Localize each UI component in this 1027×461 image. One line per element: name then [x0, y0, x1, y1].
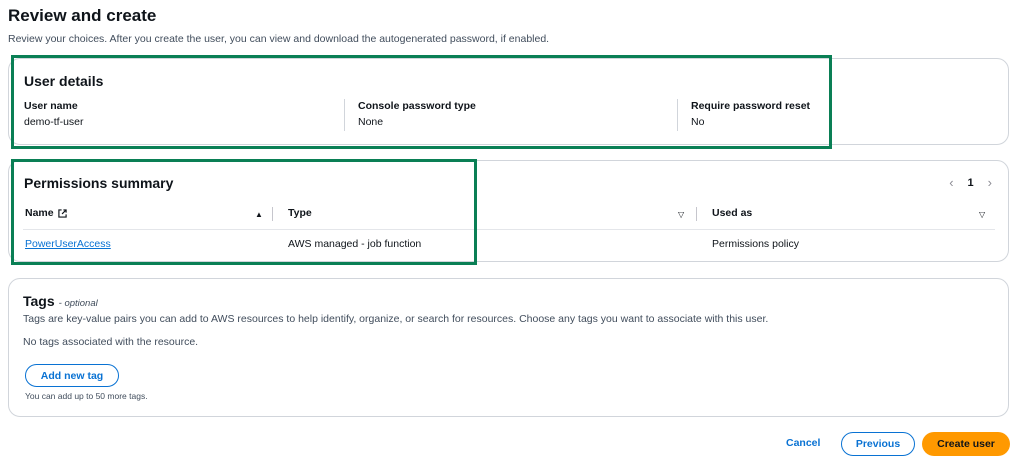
- sort-icon[interactable]: ▽: [678, 210, 684, 219]
- column-header-used-as[interactable]: Used as: [712, 207, 752, 219]
- page-title: Review and create: [8, 6, 157, 25]
- column-separator: [272, 207, 273, 221]
- field-divider: [677, 99, 678, 131]
- require-password-reset-value: No: [691, 116, 705, 128]
- previous-button[interactable]: Previous: [841, 432, 915, 456]
- permissions-summary-heading: Permissions summary: [24, 175, 174, 191]
- page-description: Review your choices. After you create th…: [8, 33, 550, 45]
- policy-name-link[interactable]: PowerUserAccess: [25, 238, 111, 250]
- cancel-button[interactable]: Cancel: [786, 437, 820, 449]
- user-name-value: demo-tf-user: [24, 116, 84, 128]
- sort-icon[interactable]: ▽: [979, 210, 985, 219]
- user-details-panel: User details User name demo-tf-user Cons…: [8, 58, 1009, 145]
- require-password-reset-label: Require password reset: [691, 100, 811, 112]
- sort-ascending-icon[interactable]: ▲: [255, 210, 263, 219]
- chevron-right-icon[interactable]: ›: [988, 175, 992, 190]
- chevron-left-icon[interactable]: ‹: [949, 175, 953, 190]
- optional-label: - optional: [58, 298, 98, 309]
- table-row-divider: [23, 229, 995, 230]
- field-divider: [344, 99, 345, 131]
- create-user-button[interactable]: Create user: [922, 432, 1010, 456]
- policy-used-as: Permissions policy: [712, 238, 799, 250]
- console-password-type-value: None: [358, 116, 384, 128]
- tags-panel: Tags - optional Tags are key-value pairs…: [8, 278, 1009, 417]
- column-header-name[interactable]: Name: [25, 207, 67, 219]
- require-password-reset-field: Require password reset No: [691, 100, 810, 128]
- tags-title: Tags: [23, 293, 55, 309]
- tags-heading: Tags - optional: [23, 293, 98, 309]
- column-header-type[interactable]: Type: [288, 207, 312, 219]
- page-number[interactable]: 1: [968, 177, 974, 189]
- user-name-field: User name demo-tf-user: [24, 100, 84, 128]
- permissions-summary-panel: Permissions summary ‹ 1 › Name ▲ Type ▽ …: [8, 160, 1009, 262]
- column-separator: [696, 207, 697, 221]
- add-new-tag-button[interactable]: Add new tag: [25, 364, 119, 387]
- pagination: ‹ 1 ›: [949, 175, 992, 190]
- console-password-type-field: Console password type None: [358, 100, 476, 128]
- external-link-icon: [57, 208, 67, 218]
- tags-empty-text: No tags associated with the resource.: [23, 336, 199, 348]
- user-name-label: User name: [24, 100, 78, 112]
- policy-type: AWS managed - job function: [288, 238, 422, 250]
- console-password-type-label: Console password type: [358, 100, 476, 112]
- user-details-heading: User details: [24, 73, 104, 89]
- tags-hint: You can add up to 50 more tags.: [25, 391, 148, 401]
- tags-description: Tags are key-value pairs you can add to …: [23, 313, 769, 325]
